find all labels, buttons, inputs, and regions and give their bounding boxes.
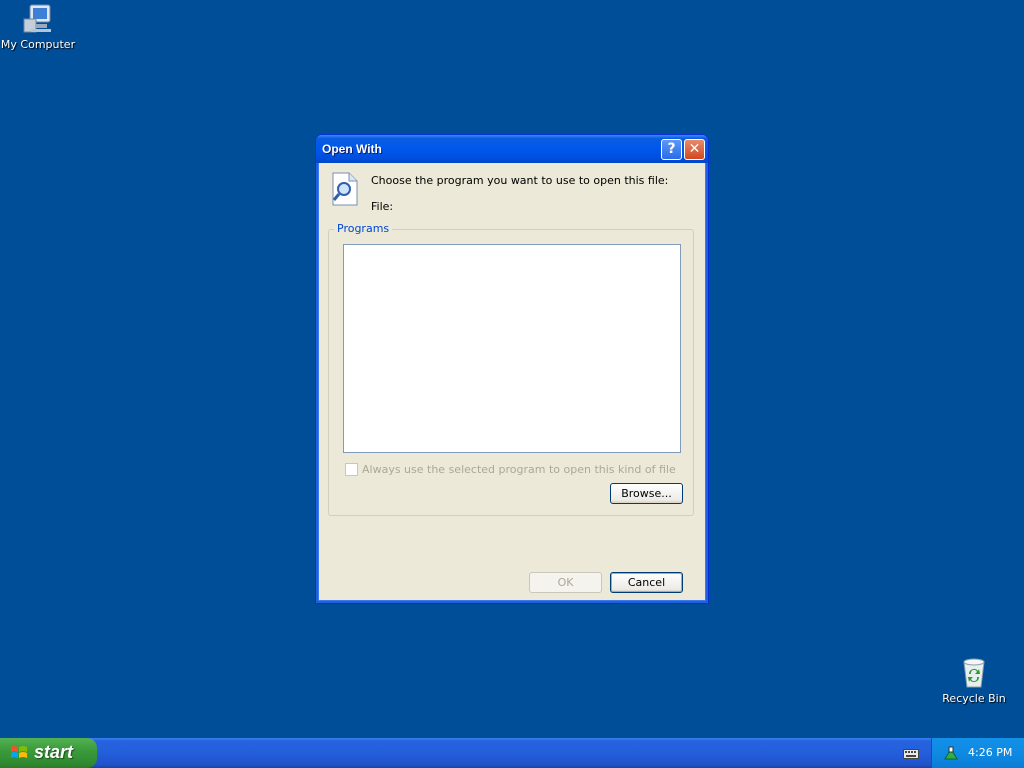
dialog-prompt: Choose the program you want to use to op…: [371, 174, 669, 187]
desktop-icon-recycle-bin[interactable]: Recycle Bin: [934, 656, 1014, 705]
close-button[interactable]: ✕: [684, 139, 705, 160]
start-label: start: [34, 742, 74, 762]
dialog-body: Choose the program you want to use to op…: [319, 163, 705, 600]
cancel-button[interactable]: Cancel: [610, 572, 683, 593]
desktop-icon-label: My Computer: [0, 38, 76, 51]
recycle-bin-icon: [957, 656, 991, 690]
open-with-dialog: Open With ? ✕ Choose the program you wan…: [315, 134, 709, 604]
file-search-icon: [330, 172, 360, 206]
file-label: File:: [371, 200, 394, 213]
keyboard-icon[interactable]: [903, 747, 919, 759]
browse-button[interactable]: Browse...: [610, 483, 683, 504]
desktop-icon-my-computer[interactable]: My Computer: [0, 2, 78, 51]
dialog-title: Open With: [322, 142, 382, 156]
network-icon[interactable]: [943, 745, 959, 761]
always-use-option: Always use the selected program to open …: [345, 463, 676, 476]
desktop-icon-label: Recycle Bin: [942, 692, 1006, 705]
dialog-titlebar[interactable]: Open With ? ✕: [316, 135, 708, 163]
start-button[interactable]: start: [0, 738, 97, 768]
taskbar-clock[interactable]: 4:26 PM: [968, 746, 1012, 759]
system-tray: 4:26 PM: [931, 738, 1024, 768]
help-icon: ?: [667, 141, 676, 157]
always-use-label: Always use the selected program to open …: [362, 463, 676, 476]
programs-group: Programs Always use the selected program…: [328, 222, 694, 516]
help-button[interactable]: ?: [661, 139, 682, 160]
close-icon: ✕: [688, 141, 701, 157]
programs-group-label: Programs: [334, 222, 393, 235]
taskbar: start 4:26 PM: [0, 738, 1024, 768]
computer-icon: [21, 2, 55, 36]
always-use-checkbox: [345, 463, 358, 476]
windows-logo-icon: [10, 745, 28, 761]
programs-list[interactable]: [343, 244, 681, 453]
ok-button: OK: [529, 572, 602, 593]
